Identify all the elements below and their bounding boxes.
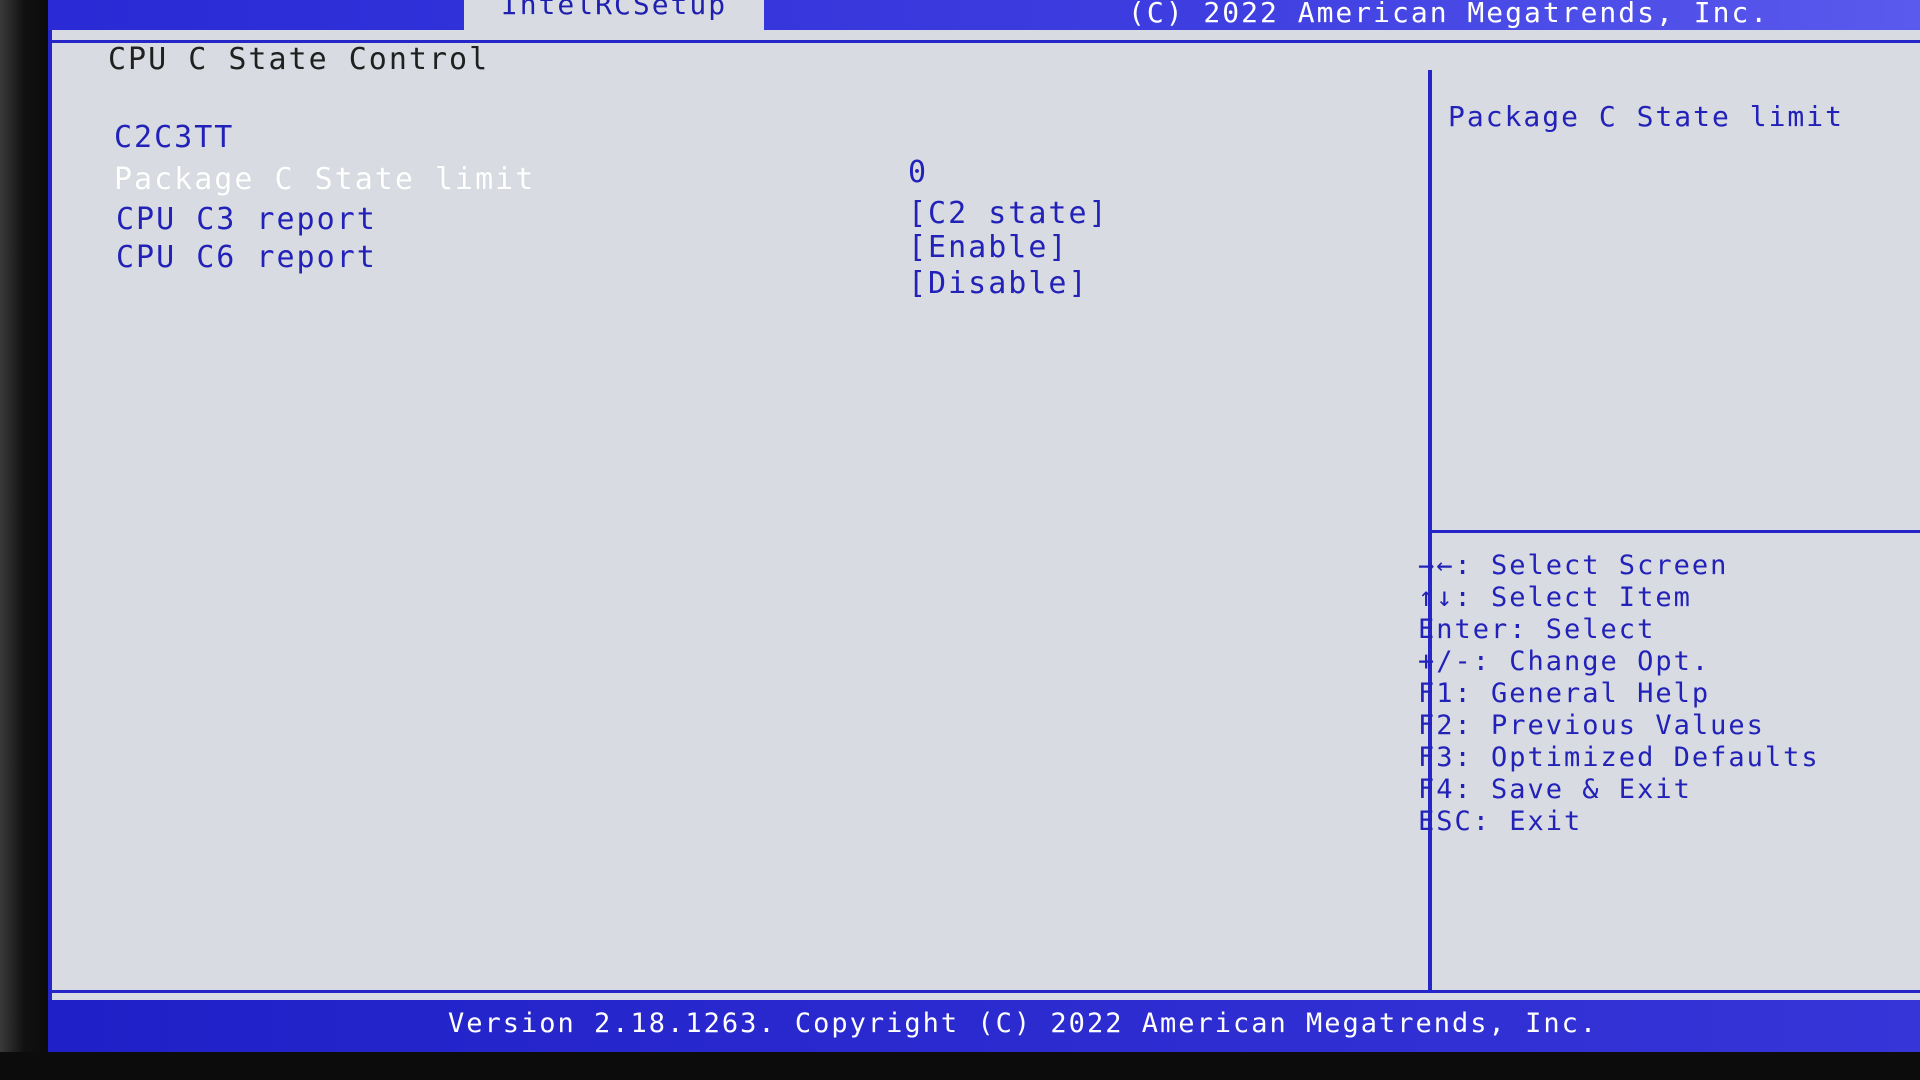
setting-cpu-c3-report[interactable]: CPU C3 report [116, 202, 377, 237]
tab-label: IntelRCSetup [500, 0, 728, 21]
header-copyright: (C) 2022 American Megatrends, Inc. [1128, 0, 1770, 29]
frame-bottom-border [48, 990, 1920, 993]
key-save-exit: F4: Save & Exit [1418, 774, 1692, 805]
key-previous-values: F2: Previous Values [1418, 710, 1765, 741]
footer-bar: Version 2.18.1263. Copyright (C) 2022 Am… [48, 1000, 1920, 1052]
setting-cpu-c3-report-value[interactable]: [Enable] [908, 230, 1069, 265]
setting-package-c-state-limit[interactable]: Package C State limit [114, 162, 535, 197]
key-general-help: F1: General Help [1418, 678, 1711, 709]
panel-divider-horizontal [1432, 530, 1920, 533]
top-bar: IntelRCSetup (C) 2022 American Megatrend… [48, 0, 1920, 30]
key-optimized-defaults: F3: Optimized Defaults [1418, 742, 1820, 773]
tab-intelrcsetup[interactable]: IntelRCSetup [464, 0, 764, 30]
key-legend: →←: Select Screen ↑↓: Select Item Enter:… [1418, 550, 1820, 838]
setting-cpu-c6-report-value[interactable]: [Disable] [908, 266, 1089, 301]
page-title: CPU C State Control [108, 42, 490, 77]
key-change-opt: +/-: Change Opt. [1418, 646, 1711, 677]
key-select-screen: →←: Select Screen [1418, 550, 1729, 581]
key-select-item: ↑↓: Select Item [1418, 582, 1692, 613]
bios-screen: IntelRCSetup (C) 2022 American Megatrend… [48, 0, 1920, 1052]
help-title: Package C State limit [1448, 100, 1845, 133]
key-enter-select: Enter: Select [1418, 614, 1656, 645]
footer-version: Version 2.18.1263. Copyright (C) 2022 Am… [448, 1008, 1599, 1039]
setting-cpu-c6-report[interactable]: CPU C6 report [116, 240, 377, 275]
setting-c2c3tt-value[interactable]: 0 [908, 155, 928, 190]
setting-c2c3tt[interactable]: C2C3TT [114, 120, 234, 155]
setting-package-c-state-limit-value[interactable]: [C2 state] [908, 196, 1109, 231]
monitor-bezel-bottom [0, 1052, 1920, 1080]
key-esc-exit: ESC: Exit [1418, 806, 1583, 837]
